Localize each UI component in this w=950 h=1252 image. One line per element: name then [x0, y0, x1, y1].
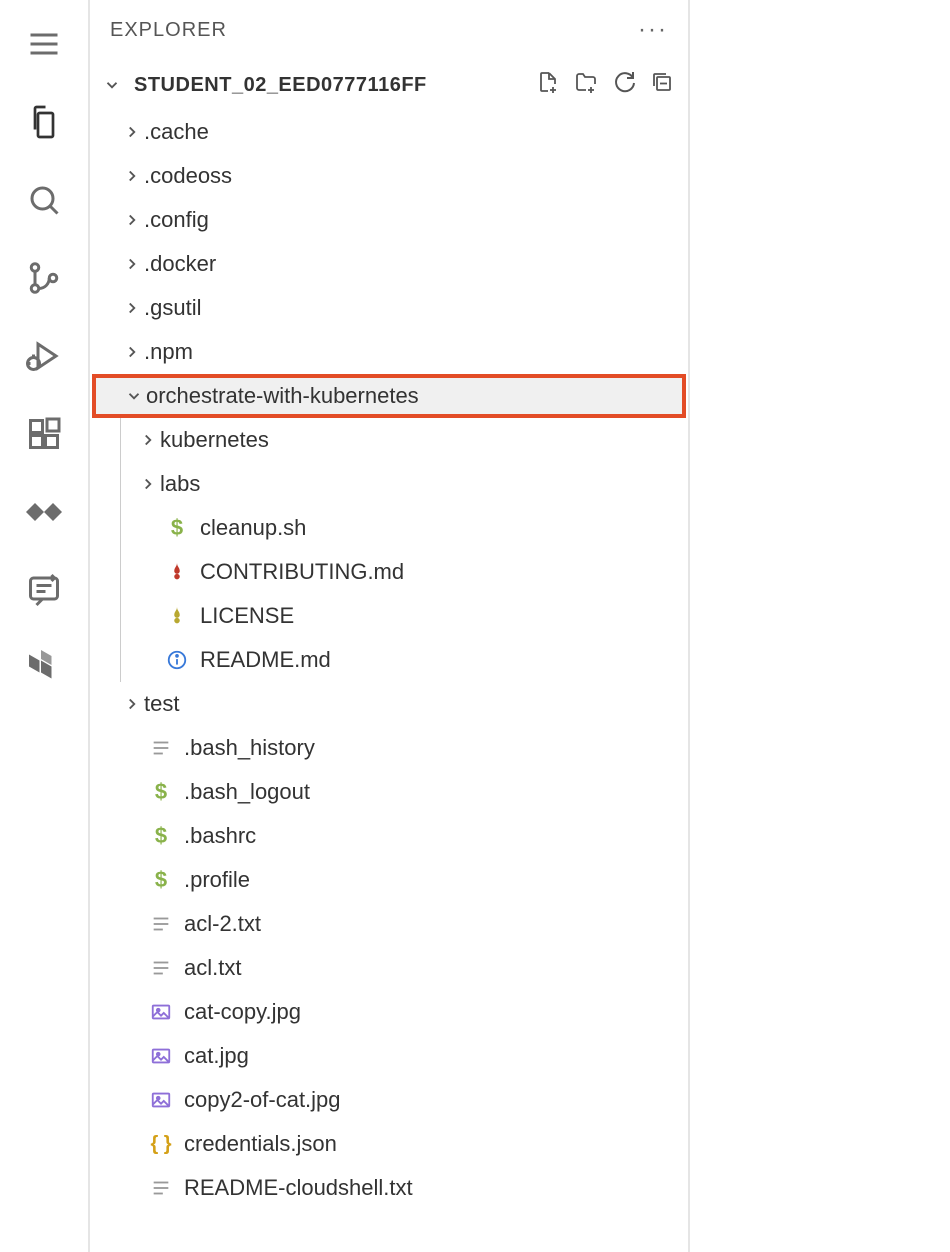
shell-file-icon: $: [148, 779, 174, 805]
file-label: README-cloudshell.txt: [184, 1175, 413, 1201]
menu-icon[interactable]: [20, 20, 68, 68]
activity-bar: [0, 0, 90, 1252]
folder-label: labs: [160, 471, 200, 497]
text-file-icon: [148, 911, 174, 937]
chevron-right-icon: [120, 211, 144, 229]
project-header[interactable]: STUDENT_02_EED0777116FF: [90, 60, 688, 110]
source-control-icon[interactable]: [20, 254, 68, 302]
explorer-sidebar: EXPLORER ··· STUDENT_02_EED0777116FF .ca…: [90, 0, 690, 1252]
file-item[interactable]: copy2-of-cat.jpg: [90, 1078, 688, 1122]
contrib-file-icon: [164, 559, 190, 585]
chevron-right-icon: [136, 475, 160, 493]
new-folder-icon[interactable]: [574, 70, 598, 100]
folder-label: .docker: [144, 251, 216, 277]
explorer-icon[interactable]: [20, 98, 68, 146]
file-item[interactable]: CONTRIBUTING.md: [90, 550, 688, 594]
text-file-icon: [148, 1175, 174, 1201]
search-icon[interactable]: [20, 176, 68, 224]
file-label: copy2-of-cat.jpg: [184, 1087, 341, 1113]
file-item[interactable]: README.md: [90, 638, 688, 682]
license-file-icon: [164, 603, 190, 629]
extensions-icon[interactable]: [20, 410, 68, 458]
shell-file-icon: $: [148, 823, 174, 849]
file-label: README.md: [200, 647, 331, 673]
file-label: .bashrc: [184, 823, 256, 849]
refresh-icon[interactable]: [612, 70, 636, 100]
file-label: .profile: [184, 867, 250, 893]
chat-icon[interactable]: [20, 566, 68, 614]
chevron-right-icon: [120, 167, 144, 185]
folder-item[interactable]: .npm: [90, 330, 688, 374]
folder-label: .config: [144, 207, 209, 233]
image-file-icon: [148, 999, 174, 1025]
file-item[interactable]: { } credentials.json: [90, 1122, 688, 1166]
file-label: cat.jpg: [184, 1043, 249, 1069]
folder-label: kubernetes: [160, 427, 269, 453]
file-item[interactable]: cat-copy.jpg: [90, 990, 688, 1034]
chevron-right-icon: [120, 343, 144, 361]
chevron-right-icon: [120, 695, 144, 713]
sidebar-header: EXPLORER ···: [90, 0, 688, 60]
cloud-code-icon[interactable]: [20, 488, 68, 536]
chevron-right-icon: [136, 431, 160, 449]
file-label: CONTRIBUTING.md: [200, 559, 404, 585]
file-item[interactable]: $ .bash_logout: [90, 770, 688, 814]
file-item[interactable]: .bash_history: [90, 726, 688, 770]
folder-item[interactable]: labs: [90, 462, 688, 506]
run-debug-icon[interactable]: [20, 332, 68, 380]
folder-item[interactable]: orchestrate-with-kubernetes: [92, 374, 686, 418]
folder-label: .npm: [144, 339, 193, 365]
file-tree: .cache .codeoss .config .docker .gsutil .npm o…: [90, 110, 688, 1252]
collapse-all-icon[interactable]: [650, 70, 674, 100]
text-file-icon: [148, 955, 174, 981]
sidebar-title: EXPLORER: [110, 19, 227, 42]
chevron-right-icon: [120, 299, 144, 317]
shell-file-icon: $: [164, 515, 190, 541]
new-file-icon[interactable]: [536, 70, 560, 100]
file-item[interactable]: README-cloudshell.txt: [90, 1166, 688, 1210]
more-actions-icon[interactable]: ···: [638, 16, 668, 44]
chevron-right-icon: [120, 255, 144, 273]
image-file-icon: [148, 1087, 174, 1113]
folder-label: test: [144, 691, 179, 717]
chevron-right-icon: [120, 123, 144, 141]
chevron-down-icon: [122, 387, 146, 405]
folder-item[interactable]: .docker: [90, 242, 688, 286]
folder-label: orchestrate-with-kubernetes: [146, 383, 419, 409]
folder-label: .cache: [144, 119, 209, 145]
terraform-icon[interactable]: [20, 644, 68, 692]
project-name: STUDENT_02_EED0777116FF: [134, 74, 427, 97]
file-item[interactable]: cat.jpg: [90, 1034, 688, 1078]
file-label: acl-2.txt: [184, 911, 261, 937]
project-actions: [536, 70, 688, 100]
file-label: acl.txt: [184, 955, 241, 981]
chevron-down-icon: [100, 76, 124, 94]
file-label: cat-copy.jpg: [184, 999, 301, 1025]
file-item[interactable]: acl.txt: [90, 946, 688, 990]
folder-item[interactable]: .config: [90, 198, 688, 242]
info-file-icon: [164, 647, 190, 673]
file-label: credentials.json: [184, 1131, 337, 1157]
file-item[interactable]: $ .bashrc: [90, 814, 688, 858]
image-file-icon: [148, 1043, 174, 1069]
folder-label: .codeoss: [144, 163, 232, 189]
file-label: .bash_history: [184, 735, 315, 761]
file-item[interactable]: $ cleanup.sh: [90, 506, 688, 550]
file-label: .bash_logout: [184, 779, 310, 805]
folder-item[interactable]: test: [90, 682, 688, 726]
file-item[interactable]: LICENSE: [90, 594, 688, 638]
shell-file-icon: $: [148, 867, 174, 893]
text-file-icon: [148, 735, 174, 761]
folder-item[interactable]: .cache: [90, 110, 688, 154]
file-label: LICENSE: [200, 603, 294, 629]
file-label: cleanup.sh: [200, 515, 306, 541]
json-file-icon: { }: [148, 1131, 174, 1157]
folder-item[interactable]: .codeoss: [90, 154, 688, 198]
file-item[interactable]: acl-2.txt: [90, 902, 688, 946]
folder-item[interactable]: kubernetes: [90, 418, 688, 462]
file-item[interactable]: $ .profile: [90, 858, 688, 902]
folder-item[interactable]: .gsutil: [90, 286, 688, 330]
folder-label: .gsutil: [144, 295, 201, 321]
